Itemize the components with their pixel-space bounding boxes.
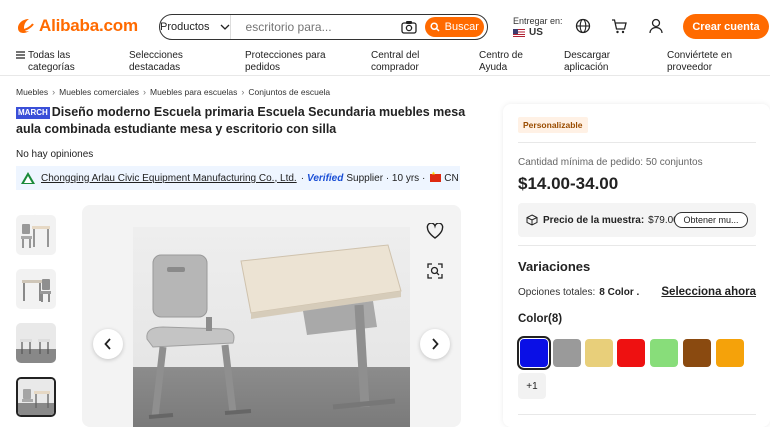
- camera-search-icon[interactable]: [400, 18, 417, 36]
- total-options-label: Opciones totales:: [518, 287, 596, 298]
- search-button[interactable]: Buscar: [424, 17, 484, 37]
- globe-icon[interactable]: [575, 18, 591, 34]
- customizable-badge: Personalizable: [518, 117, 588, 133]
- divider: [518, 245, 756, 246]
- desk-chair-thumbnail-image: [18, 379, 54, 415]
- nav-all-categories[interactable]: Todas las categorías: [16, 50, 75, 74]
- desk-and-chair-image: [146, 244, 402, 419]
- chevron-right-icon: ›: [142, 87, 146, 97]
- breadcrumb-item[interactable]: Muebles para escuelas: [150, 87, 237, 97]
- chevron-right-icon: [432, 338, 439, 350]
- sample-price-label: Precio de la muestra:: [543, 214, 645, 226]
- nav-help-center[interactable]: Centro de Ayuda: [479, 50, 523, 74]
- color-swatch-orange[interactable]: [716, 339, 744, 367]
- supplier-country: CN: [444, 172, 459, 184]
- search-icon: [430, 22, 440, 32]
- divider: [518, 142, 756, 143]
- thumbnail-selected[interactable]: [16, 377, 56, 417]
- search-bar: Productos Buscar: [159, 14, 488, 40]
- search-category-select[interactable]: Productos: [160, 15, 231, 39]
- breadcrumb: Muebles › Muebles comerciales › Muebles …: [16, 87, 330, 97]
- chevron-left-icon: [104, 338, 111, 350]
- desk-chair-thumbnail-image: [21, 224, 50, 248]
- create-account-button[interactable]: Crear cuenta: [683, 14, 769, 39]
- nav-buyer-central[interactable]: Central del comprador: [371, 50, 419, 74]
- previous-image-button[interactable]: [93, 329, 123, 359]
- nav-download-app[interactable]: Descargar aplicación: [564, 50, 610, 74]
- search-button-label: Buscar: [444, 21, 479, 33]
- select-now-link[interactable]: Selecciona ahora: [661, 286, 756, 298]
- desk-chair-thumbnail-image: [22, 279, 51, 302]
- deliver-to[interactable]: Entregar en: US: [513, 15, 563, 39]
- alibaba-logo[interactable]: Alibaba.com: [14, 14, 138, 38]
- breadcrumb-item[interactable]: Conjuntos de escuela: [248, 87, 330, 97]
- total-options-value: 8 Color .: [599, 287, 640, 298]
- us-flag-icon: [513, 29, 525, 37]
- favorite-button[interactable]: [421, 217, 449, 245]
- nav-order-protections[interactable]: Protecciones para pedidos: [245, 50, 326, 74]
- nav-all-categories-label: Todas las categorías: [28, 50, 75, 73]
- header: Alibaba.com Productos Buscar Entregar en…: [0, 0, 770, 52]
- main-product-image-area: [82, 205, 461, 427]
- user-icon[interactable]: [648, 18, 664, 34]
- supplier-bar: Chongqing Arlau Civic Equipment Manufact…: [16, 166, 460, 190]
- supplier-years: Supplier · 10 yrs ·: [346, 172, 426, 184]
- image-search-button[interactable]: [421, 257, 449, 285]
- nav-featured-selections[interactable]: Selecciones destacadas: [129, 50, 183, 74]
- classroom-thumbnail-image: [16, 323, 56, 363]
- product-title-text: Diseño moderno Escuela primaria Escuela …: [16, 105, 466, 136]
- thumbnail[interactable]: [16, 215, 56, 255]
- logo-text: Alibaba.com: [39, 16, 138, 35]
- chevron-right-icon: ›: [241, 87, 245, 97]
- search-input[interactable]: [230, 15, 401, 39]
- color-swatch-gray[interactable]: [553, 339, 581, 367]
- color-swatch-yellow[interactable]: [585, 339, 613, 367]
- variations-title: Variaciones: [518, 259, 591, 274]
- color-swatch-brown[interactable]: [683, 339, 711, 367]
- purchase-panel: Personalizable Cantidad mínima de pedido…: [503, 104, 770, 427]
- search-category-label: Productos: [160, 21, 210, 33]
- thumbnail[interactable]: [16, 269, 56, 309]
- get-sample-button[interactable]: Obtener mu...: [674, 212, 748, 228]
- min-order-quantity: Cantidad mínima de pedido: 50 conjuntos: [518, 157, 703, 168]
- chevron-down-icon: [220, 24, 229, 30]
- nav-become-supplier[interactable]: Conviértete en proveedor: [667, 50, 732, 74]
- supplier-logo-icon: [21, 172, 35, 184]
- color-swatch-red[interactable]: [617, 339, 645, 367]
- more-colors-button[interactable]: +1: [518, 373, 546, 399]
- deliver-label: Entregar en:: [513, 16, 563, 26]
- china-flag-icon: [430, 171, 442, 182]
- color-title: Color(8): [518, 313, 563, 325]
- supplier-name-link[interactable]: Chongqing Arlau Civic Equipment Manufact…: [41, 173, 297, 184]
- march-badge: MARCH: [16, 107, 50, 119]
- deliver-country: US: [529, 27, 543, 38]
- product-photo: [133, 227, 410, 427]
- color-swatch-green[interactable]: [650, 339, 678, 367]
- alibaba-logo-icon: [18, 19, 34, 33]
- heart-icon: [426, 223, 444, 239]
- total-options: Opciones totales: 8 Color .: [518, 287, 639, 298]
- top-nav: Todas las categorías Selecciones destaca…: [0, 50, 770, 76]
- breadcrumb-item[interactable]: Muebles: [16, 87, 48, 97]
- thumbnail[interactable]: [16, 323, 56, 363]
- price-range: $14.00-34.00: [518, 174, 619, 193]
- chevron-right-icon: ›: [52, 87, 56, 97]
- cart-icon[interactable]: [611, 18, 627, 34]
- menu-icon: [16, 51, 25, 59]
- verified-badge: Verified: [307, 172, 344, 184]
- sample-price-box: Precio de la muestra: $79.00 Obtener mu.…: [518, 203, 756, 237]
- separator-dot: ·: [300, 172, 305, 184]
- next-image-button[interactable]: [420, 329, 450, 359]
- breadcrumb-item[interactable]: Muebles comerciales: [59, 87, 139, 97]
- scan-search-icon: [427, 263, 443, 279]
- reviews-status[interactable]: No hay opiniones: [16, 149, 93, 160]
- divider: [518, 414, 756, 415]
- box-icon: [526, 214, 538, 226]
- product-title: MARCH Diseño moderno Escuela primaria Esc…: [16, 104, 476, 138]
- color-swatch-blue[interactable]: [517, 336, 551, 370]
